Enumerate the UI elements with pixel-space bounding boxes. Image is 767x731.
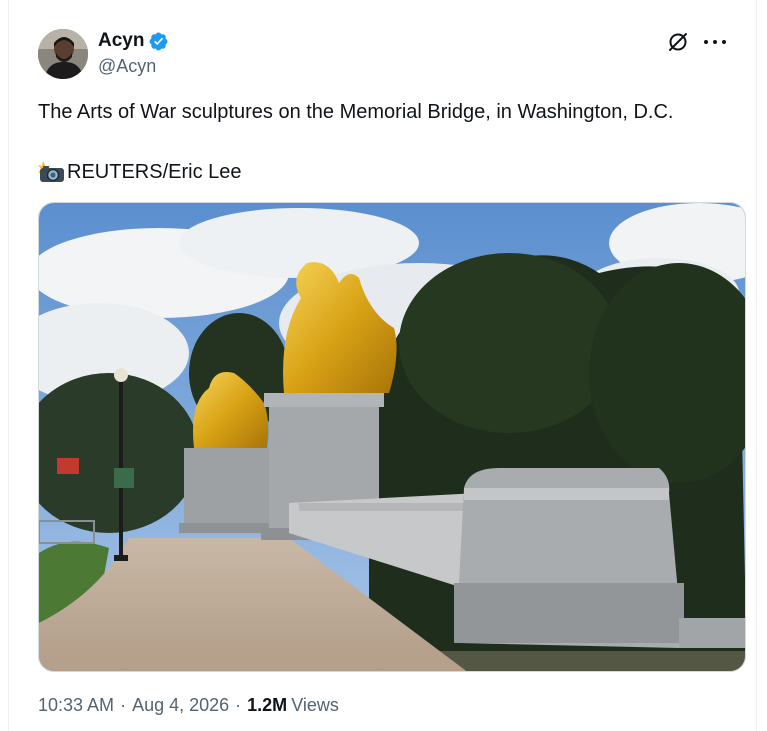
camera-flash-emoji-icon xyxy=(38,161,65,183)
tweet-photo[interactable] xyxy=(38,202,746,672)
meta-separator-2: · xyxy=(235,695,242,715)
views-label: Views xyxy=(291,695,339,715)
tweet-date[interactable]: Aug 4, 2026 xyxy=(132,695,229,716)
author-name-row: Acyn xyxy=(98,30,169,52)
tweet-card: Acyn @Acyn The Arts of War sculptures on… xyxy=(8,0,757,731)
views-count: 1.2M xyxy=(247,695,288,715)
avatar[interactable] xyxy=(38,29,88,79)
grok-slash-icon[interactable] xyxy=(666,30,690,54)
tweet-meta: 10:33 AM · Aug 4, 2026 · 1.2M Views xyxy=(38,695,339,716)
meta-separator: · xyxy=(120,695,127,715)
tweet-time[interactable]: 10:33 AM xyxy=(38,695,114,716)
author-handle[interactable]: @Acyn xyxy=(98,56,156,77)
tweet-top-actions xyxy=(666,30,726,54)
photo-illustration xyxy=(39,203,745,671)
more-dots-icon[interactable] xyxy=(704,31,726,53)
tweet-credit-line: REUTERS/Eric Lee xyxy=(38,158,748,186)
photo-credit: REUTERS/Eric Lee xyxy=(67,161,242,183)
author-display-name[interactable]: Acyn xyxy=(98,30,144,52)
tweet-body: The Arts of War sculptures on the Memori… xyxy=(38,101,674,123)
verified-badge-icon[interactable] xyxy=(148,31,169,52)
tweet-text: The Arts of War sculptures on the Memori… xyxy=(38,98,748,186)
